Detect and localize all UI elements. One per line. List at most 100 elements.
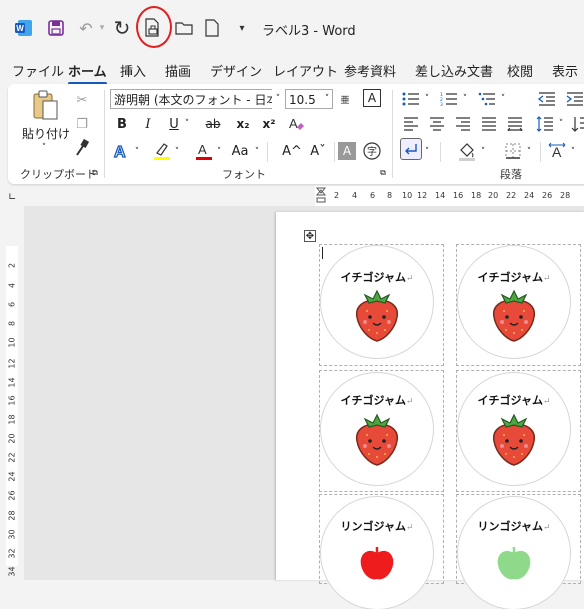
line-spacing-icon[interactable] <box>534 114 556 134</box>
change-case-dropdown-icon[interactable]: ˅ <box>252 142 262 162</box>
underline-dropdown-icon[interactable]: ˅ <box>182 114 192 134</box>
indent-marker-icon[interactable] <box>315 186 327 206</box>
ruler-tick: 6 <box>7 301 17 308</box>
character-shading-button[interactable]: A <box>338 142 356 160</box>
tab-draw[interactable]: 描画 <box>165 61 191 80</box>
svg-text:A: A <box>289 116 298 131</box>
ruler-tick: 18 <box>471 191 482 200</box>
multilevel-dropdown-icon[interactable]: ˅ <box>498 89 508 109</box>
red-apple-icon <box>360 547 394 580</box>
grow-font-button[interactable]: A^ <box>282 140 302 162</box>
strikethrough-button[interactable]: ab <box>202 114 224 134</box>
font-launcher-icon[interactable]: ⧉ <box>378 168 388 178</box>
tab-file[interactable]: ファイル <box>12 61 64 80</box>
character-border-icon[interactable]: A <box>363 89 381 107</box>
format-painter-icon[interactable] <box>72 138 92 158</box>
label-cell[interactable]: イチゴジャム↵ <box>319 370 444 492</box>
show-marks-dropdown-icon[interactable]: ˅ <box>422 142 432 162</box>
numbering-icon[interactable]: 123 <box>438 89 460 109</box>
asian-layout-dropdown-icon[interactable]: ˅ <box>568 142 578 162</box>
italic-button[interactable]: I <box>140 114 156 134</box>
tab-selector-icon[interactable]: ∟ <box>8 192 18 203</box>
tab-insert[interactable]: 挿入 <box>120 61 146 80</box>
shrink-font-button[interactable]: Aˇ <box>308 140 328 162</box>
phonetic-guide-icon[interactable]: 亜 <box>338 88 352 110</box>
clipboard-launcher-icon[interactable]: ⧉ <box>90 168 100 178</box>
superscript-button[interactable]: x² <box>260 114 278 134</box>
text-effects-clear-icon[interactable]: A <box>286 113 306 135</box>
redo-icon[interactable]: ↻ <box>110 16 134 40</box>
enclose-characters-icon[interactable]: 字 <box>362 140 382 162</box>
sort-icon[interactable] <box>568 114 584 134</box>
vertical-ruler[interactable]: 2 4 6 8 10 12 14 16 18 20 22 24 26 28 30… <box>0 206 24 580</box>
svg-text:3: 3 <box>440 102 443 106</box>
open-folder-icon[interactable] <box>172 16 196 40</box>
highlight-dropdown-icon[interactable]: ˅ <box>172 142 182 162</box>
ribbon: 貼り付け ˅ ✂ ❐ クリップボード ⧉ 游明朝 (本文のフォント - 日本語)… <box>8 84 584 184</box>
borders-dropdown-icon[interactable]: ˅ <box>524 142 534 162</box>
label-cell[interactable]: イチゴジャム↵ <box>456 370 581 492</box>
tab-references[interactable]: 参考資料 <box>344 61 396 80</box>
font-name-select[interactable]: 游明朝 (本文のフォント - 日本語) <box>110 89 282 109</box>
label-cell[interactable]: イチゴジャム↵ <box>456 244 581 366</box>
line-spacing-dropdown-icon[interactable]: ˅ <box>556 114 566 134</box>
paste-dropdown-icon[interactable]: ˅ <box>34 142 54 154</box>
numbering-dropdown-icon[interactable]: ˅ <box>460 89 470 109</box>
cut-icon[interactable]: ✂ <box>72 90 92 110</box>
font-color-dropdown-icon[interactable]: ˅ <box>214 142 224 162</box>
bullets-dropdown-icon[interactable]: ˅ <box>422 89 432 109</box>
new-document-icon[interactable] <box>200 16 224 40</box>
align-right-icon[interactable] <box>452 114 474 134</box>
highlight-circle <box>136 6 172 48</box>
ruler-tick: 2 <box>334 191 340 200</box>
font-size-dropdown-icon[interactable]: ˅ <box>321 89 333 109</box>
tab-design[interactable]: デザイン <box>210 61 262 80</box>
multilevel-list-icon[interactable] <box>476 89 498 109</box>
distributed-icon[interactable] <box>504 114 526 134</box>
table-move-handle-icon[interactable]: ✥ <box>304 230 316 242</box>
font-color-icon[interactable]: A <box>194 140 214 162</box>
font-group-label: フォント <box>222 168 266 181</box>
svg-text:A: A <box>552 144 562 160</box>
bold-button[interactable]: B <box>114 114 130 134</box>
justify-icon[interactable] <box>478 114 500 134</box>
copy-icon[interactable]: ❐ <box>72 114 92 134</box>
change-case-icon[interactable]: Aa <box>230 140 250 162</box>
bullets-icon[interactable] <box>400 89 422 109</box>
font-name-dropdown-icon[interactable]: ˅ <box>272 89 284 109</box>
save-icon[interactable] <box>44 16 68 40</box>
align-left-icon[interactable] <box>400 114 422 134</box>
ruler-tick: 12 <box>7 358 17 369</box>
show-marks-icon[interactable] <box>400 138 422 160</box>
ruler-tick: 8 <box>7 320 17 327</box>
label-cell[interactable]: イチゴジャム↵ <box>319 244 444 366</box>
strawberry-icon <box>355 413 399 466</box>
asian-layout-icon[interactable]: A <box>546 140 568 162</box>
shading-dropdown-icon[interactable]: ˅ <box>478 142 488 162</box>
tab-layout[interactable]: レイアウト <box>273 61 338 80</box>
highlight-color-icon[interactable] <box>152 140 172 162</box>
tab-review[interactable]: 校閲 <box>507 61 533 80</box>
ruler-tick: 4 <box>352 191 358 200</box>
tab-mailings[interactable]: 差し込み文書 <box>415 61 493 80</box>
paste-button[interactable]: 貼り付け <box>16 124 76 142</box>
document-page[interactable]: ✥ イチゴジャム↵ イチゴジャム↵ イチゴジャム↵ イチゴジャム↵ リンゴジャム… <box>276 212 584 609</box>
decrease-indent-icon[interactable] <box>536 89 558 109</box>
text-effects-dropdown-icon[interactable]: ˅ <box>132 142 142 162</box>
paste-icon[interactable] <box>30 88 60 122</box>
borders-icon[interactable] <box>502 140 524 162</box>
ruler-tick: 20 <box>7 433 17 444</box>
label-text: イチゴジャム↵ <box>340 271 414 284</box>
label-cell[interactable]: リンゴジャム↵ <box>456 494 581 609</box>
text-effects-icon[interactable]: A <box>112 140 132 162</box>
customize-toolbar-icon[interactable]: ▾ <box>230 16 254 40</box>
subscript-button[interactable]: x₂ <box>234 114 252 134</box>
horizontal-ruler[interactable]: 2 4 6 8 10 12 14 16 18 20 22 24 26 28 <box>315 186 584 206</box>
tab-home[interactable]: ホーム <box>68 61 107 85</box>
label-cell[interactable]: リンゴジャム↵ <box>319 494 444 609</box>
shading-icon[interactable] <box>456 140 478 162</box>
increase-indent-icon[interactable] <box>564 89 584 109</box>
align-center-icon[interactable] <box>426 114 448 134</box>
tab-view[interactable]: 表示 <box>552 61 578 80</box>
underline-button[interactable]: U <box>166 114 182 134</box>
